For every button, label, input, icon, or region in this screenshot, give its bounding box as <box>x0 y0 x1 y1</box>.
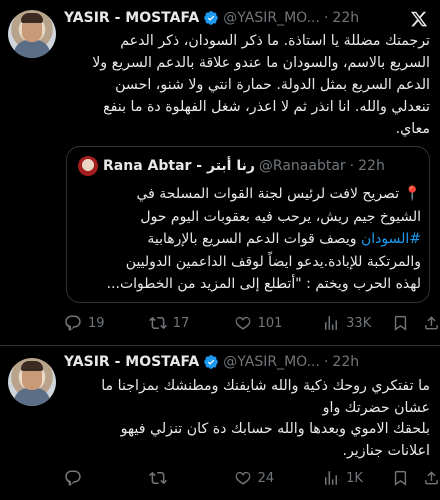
avatar-hair <box>21 13 43 23</box>
analytics-icon <box>325 471 338 485</box>
tweet-text-line: السريع بالاسم، والسودان ما عندو علاقة با… <box>92 55 430 71</box>
verified-badge-icon <box>204 355 219 369</box>
tweet-header: YASIR - MOSTAFA @YASIR_MO... · 22h <box>64 352 359 372</box>
avatar-shirt <box>14 40 50 58</box>
tweet-text-line: ما تفتكري روحك ذكية والله شايفنك ومطنشك … <box>101 378 430 394</box>
views-count: 1K <box>346 470 363 486</box>
bookmark-icon[interactable] <box>392 314 409 332</box>
views-count: 33K <box>346 315 372 331</box>
tweet-text-line: معاي. <box>395 121 430 137</box>
tweet-text-line: بلحقك الاموي وبعدها والله حسابك دة كان ت… <box>120 421 430 437</box>
quoted-text-line: والمرتكبة للإبادة.يدعو ايضاً لوقف الداعم… <box>125 253 421 270</box>
quoted-author-name[interactable]: Rana Abtar - رنا أبتر <box>103 158 255 174</box>
quoted-text-line: 📍 تصريح لافت لرئيس لجنة القوات المسلحة ف… <box>77 183 421 206</box>
reply-button[interactable] <box>64 469 149 487</box>
quoted-author-avatar[interactable] <box>78 156 98 176</box>
reply-button[interactable]: 19 <box>64 314 149 332</box>
share-icon[interactable] <box>423 314 440 332</box>
quoted-text-line: الشيوخ جيم ريش، يرحب فيه بعقوبات اليوم ح… <box>140 208 421 225</box>
author-name[interactable]: YASIR - MOSTAFA <box>64 354 199 370</box>
reply-count: 19 <box>88 315 105 331</box>
like-count: 101 <box>257 315 283 331</box>
quoted-tweet-text: 📍 تصريح لافت لرئيس لجنة القوات المسلحة ف… <box>77 183 421 296</box>
share-icon[interactable] <box>423 469 440 487</box>
avatar-hair <box>21 361 43 371</box>
quoted-timestamp[interactable]: 22h <box>358 158 385 174</box>
reply-icon <box>65 315 81 331</box>
hashtag-link[interactable]: #السودان <box>361 231 421 247</box>
separator-dot: · <box>323 354 329 370</box>
tweet-text-line: تنعدلي والله. انا انذر ثم لا اعذر، شغل ا… <box>103 99 430 115</box>
like-button[interactable]: 101 <box>234 314 323 332</box>
tweet-text-line: عشان حضرتك واو <box>322 399 430 416</box>
quoted-tweet-header: Rana Abtar - رنا أبتر @Ranaabtar · 22h <box>103 156 385 176</box>
separator-dot: · <box>349 158 355 174</box>
separator-dot: · <box>323 10 329 26</box>
analytics-icon <box>325 316 338 330</box>
bookmark-icon[interactable] <box>392 469 409 487</box>
views-button[interactable]: 1K <box>322 469 388 487</box>
tweet-1[interactable]: YASIR - MOSTAFA @YASIR_MO... · 22h ترجمت… <box>0 0 440 345</box>
tweet-actions: 24 1K <box>64 468 440 488</box>
avatar-shirt <box>14 388 50 406</box>
author-handle[interactable]: @YASIR_MO... <box>223 10 320 26</box>
heart-icon <box>235 316 250 330</box>
author-handle[interactable]: @YASIR_MO... <box>223 354 320 370</box>
author-avatar[interactable] <box>8 358 56 406</box>
verified-badge-icon <box>204 11 219 25</box>
tweet-text-line: الدعم السريع بمثل الدولة. حمارة انتي ولا… <box>115 77 430 93</box>
quoted-tweet[interactable]: Rana Abtar - رنا أبتر @Ranaabtar · 22h 📍… <box>66 146 430 303</box>
x-logo-icon[interactable] <box>410 10 428 28</box>
repost-count: 17 <box>172 315 190 331</box>
tweet-actions: 19 17 101 33K <box>64 313 440 333</box>
tweet-2[interactable]: YASIR - MOSTAFA @YASIR_MO... · 22h ما تف… <box>0 346 440 500</box>
tweet-text: ما تفتكري روحك ذكية والله شايفنك ومطنشك … <box>64 376 430 462</box>
tweet-text-line: اعلانات جنازير. <box>342 442 430 459</box>
timestamp[interactable]: 22h <box>332 10 359 26</box>
pin-icon: 📍 <box>403 186 421 202</box>
tweet-text: ترجمتك مضللة يا استاذة. ما ذكر السودان، … <box>64 30 430 140</box>
quoted-text-line: لهذه الحرب ويختم : "أتطلع إلى المزيد من … <box>106 276 421 292</box>
quoted-text-segment: ويصف قوات الدعم السريع بالإرهابية <box>147 231 361 247</box>
reply-icon <box>65 470 81 486</box>
quoted-author-handle[interactable]: @Ranaabtar <box>259 158 346 174</box>
repost-icon <box>148 316 167 330</box>
tweet-header: YASIR - MOSTAFA @YASIR_MO... · 22h <box>64 8 359 28</box>
like-count: 24 <box>257 470 275 486</box>
like-button[interactable]: 24 <box>234 469 323 487</box>
timestamp[interactable]: 22h <box>332 354 359 370</box>
repost-icon <box>148 471 167 485</box>
quoted-text-segment: تصريح لافت لرئيس لجنة القوات المسلحة في <box>136 186 400 202</box>
repost-button[interactable]: 17 <box>148 314 234 332</box>
repost-button[interactable] <box>148 469 234 487</box>
author-name[interactable]: YASIR - MOSTAFA <box>64 10 199 26</box>
views-button[interactable]: 33K <box>322 314 388 332</box>
tweet-text-line: ترجمتك مضللة يا استاذة. ما ذكر السودان، … <box>120 33 430 49</box>
quoted-text-line: #السودان ويصف قوات الدعم السريع بالإرهاب… <box>77 228 421 251</box>
author-avatar[interactable] <box>8 10 56 58</box>
heart-icon <box>235 471 250 485</box>
